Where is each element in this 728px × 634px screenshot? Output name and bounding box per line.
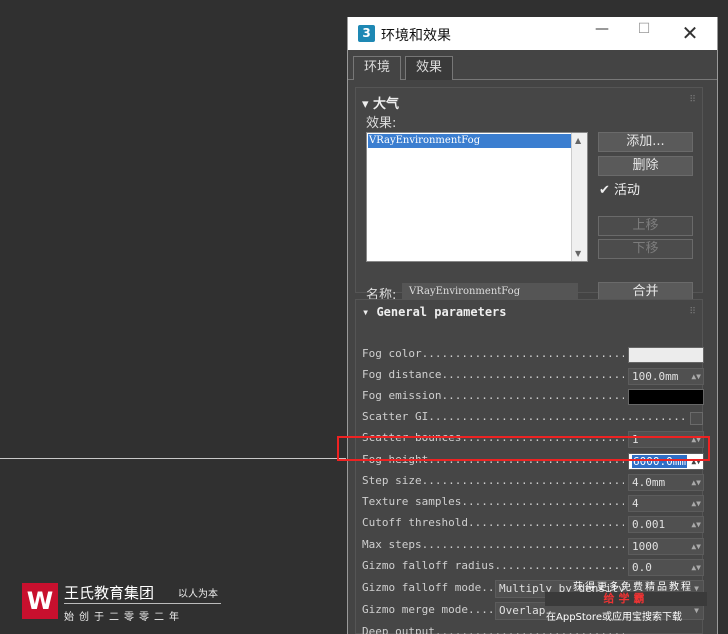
add-button[interactable]: 添加... [598,132,693,152]
move-up-button[interactable]: 上移 [598,216,693,236]
param-row-deep-output: Deep output.............................… [362,624,702,634]
brand-tagline: 始创于二零零二年 [64,612,184,623]
delete-button[interactable]: 删除 [598,156,693,176]
listbox-scrollbar[interactable]: ▲ ▼ [571,133,587,261]
scatter-gi-checkbox[interactable] [690,412,703,425]
spinner-arrows-icon[interactable]: ▲▼ [691,560,701,575]
name-field[interactable]: VRayEnvironmentFog [402,283,578,300]
active-checkbox[interactable]: ✔ 活动 [599,179,640,198]
environment-effects-dialog: 3 环境和效果 — ☐ ✕ 环境 效果 ▾ 大气 ⠿ 效果: VRayEnvir… [347,17,718,634]
spinner-arrows-icon[interactable]: ▲▼ [691,539,701,554]
brand-slogan: 以人为本 [178,589,218,600]
rollout-grip-icon[interactable]: ⠿ [689,95,696,105]
param-row-step-size: Step size...............................… [362,473,704,492]
fog-color-swatch[interactable] [628,347,704,363]
scroll-down-icon[interactable]: ▼ [575,249,581,258]
param-row-fog-color: Fog color...............................… [362,346,704,365]
watermark-line-1: 获得更多免费精品教程 [573,582,693,593]
list-item[interactable]: VRayEnvironmentFog [368,134,571,148]
param-row-scatter-gi: Scatter GI..............................… [362,409,703,428]
spinner-arrows-icon[interactable]: ▲▼ [691,369,701,384]
scroll-up-icon[interactable]: ▲ [575,136,581,145]
param-row-gizmo-falloff-radius: Gizmo falloff radius....................… [362,558,704,577]
cutoff-threshold-spinner[interactable]: 0.001 ▲▼ [628,516,704,533]
param-label: Max steps...............................… [362,538,624,551]
title-bar[interactable]: 3 环境和效果 — ☐ ✕ [348,17,717,50]
param-label: Deep output.............................… [362,625,624,634]
param-row-max-steps: Max steps...............................… [362,537,704,556]
fog-distance-spinner[interactable]: 100.0mm ▲▼ [628,368,704,385]
rollout-grip-icon[interactable]: ⠿ [689,307,696,317]
param-label: Fog distance............................… [362,368,624,381]
active-label: 活动 [614,183,641,198]
window-title: 环境和效果 [381,28,451,44]
brand-logo-icon: W [22,583,58,619]
param-row-cutoff-threshold: Cutoff threshold........................… [362,515,704,534]
texture-samples-spinner[interactable]: 4 ▲▼ [628,495,704,512]
gizmo-falloff-radius-spinner[interactable]: 0.0 ▲▼ [628,559,704,576]
atmosphere-rollout-header[interactable]: ▾ 大气 [362,93,399,112]
param-label: Fog emission............................… [362,389,624,402]
maximize-button[interactable]: ☐ [624,21,664,47]
effects-label: 效果: [366,116,397,131]
fog-height-highlight-box [337,436,710,461]
effects-listbox[interactable]: VRayEnvironmentFog ▲ ▼ [366,132,588,262]
general-parameters-header[interactable]: ▾ General parameters [362,305,507,319]
fog-emission-swatch[interactable] [628,389,704,405]
watermark-line-3: 在AppStore或应用宝搜索下载 [546,612,682,623]
param-label: Fog color...............................… [362,347,624,360]
param-label: Texture samples.........................… [362,495,624,508]
param-label: Gizmo falloff mode.... [362,581,492,594]
watermark-app-name: 给学霸 [545,592,707,606]
brand-divider [64,603,221,604]
app-3dsmax-icon: 3 [358,25,375,42]
minimize-button[interactable]: — [582,21,622,47]
param-row-texture-samples: Texture samples.........................… [362,494,704,513]
param-row-fog-distance: Fog distance............................… [362,367,704,386]
param-label: Scatter GI..............................… [362,410,686,423]
close-button[interactable]: ✕ [670,21,710,47]
spinner-arrows-icon[interactable]: ▲▼ [691,496,701,511]
spinner-arrows-icon[interactable]: ▲▼ [691,475,701,490]
tab-effects[interactable]: 效果 [405,56,454,80]
atmosphere-rollout: ▾ 大气 ⠿ 效果: VRayEnvironmentFog ▲ ▼ 添加... … [355,87,703,303]
param-row-fog-emission: Fog emission............................… [362,388,704,407]
param-label: Gizmo falloff radius....................… [362,559,624,572]
brand-name: 王氏教育集团 [64,584,155,602]
step-size-spinner[interactable]: 4.0mm ▲▼ [628,474,704,491]
tab-bar: 环境 效果 [348,50,717,80]
param-label: Step size...............................… [362,474,624,487]
param-label: Cutoff threshold........................… [362,516,624,529]
max-steps-spinner[interactable]: 1000 ▲▼ [628,538,704,555]
param-label: Gizmo merge mode...... [362,603,492,616]
move-down-button[interactable]: 下移 [598,239,693,259]
viewport-divider-line [0,458,346,459]
spinner-arrows-icon[interactable]: ▲▼ [691,517,701,532]
tab-environment[interactable]: 环境 [353,56,402,80]
checkmark-icon: ✔ [599,183,610,198]
